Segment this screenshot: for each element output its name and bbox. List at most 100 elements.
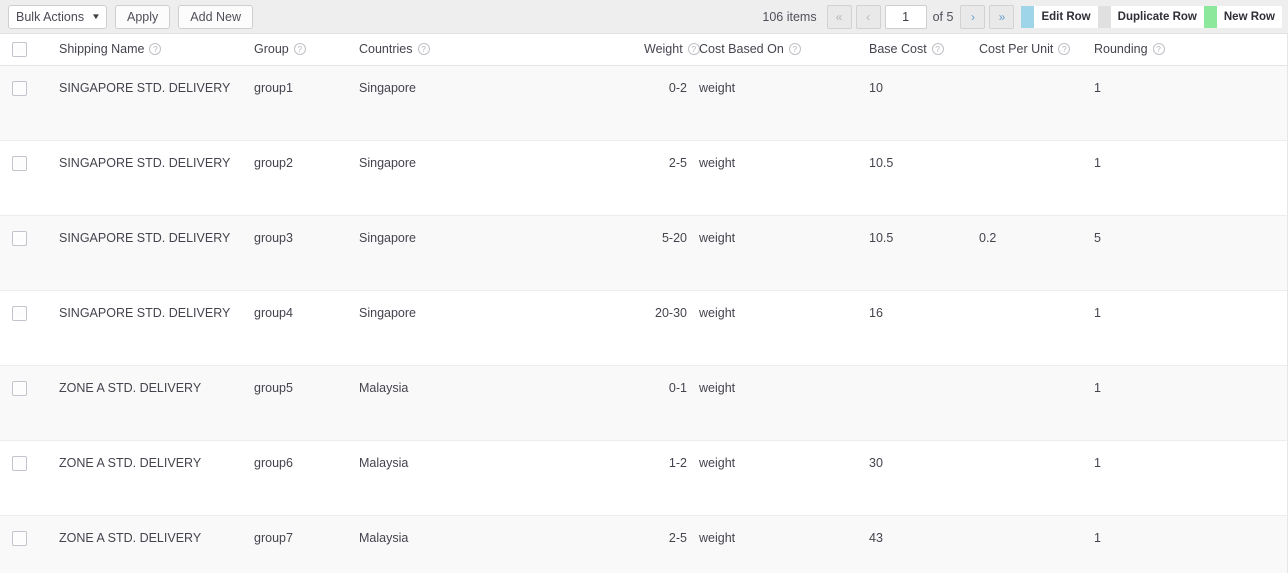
table-row[interactable]: SINGAPORE STD. DELIVERY group1 Singapore 0-… [0,65,1287,141]
apply-button[interactable]: Apply [115,4,171,29]
header-countries-label: Countries [359,42,413,57]
cell-countries-text: Malaysia [359,380,409,395]
row-select-checkbox[interactable] [12,155,27,171]
table-header-row: Shipping Name ? Group ? Countries ? Weig… [0,34,1287,66]
page-number-input[interactable] [884,4,927,29]
table-row[interactable]: ZONE A STD. DELIVERY group7 Malaysia 2-5 wei… [0,515,1287,573]
bulk-actions-label: Bulk Actions [16,9,85,24]
select-all-checkbox[interactable] [12,41,27,57]
cell-cost-based-on: weight [687,140,857,216]
add-new-button[interactable]: Add New [178,4,254,29]
cell-cost-per-unit-text [979,66,1082,81]
header-cost-per-unit-label: Cost Per Unit [979,42,1054,57]
new-row-label: New Row [1216,5,1282,28]
cell-shipping-name: SINGAPORE STD. DELIVERY [47,290,242,366]
cell-group: group6 [242,440,347,516]
cell-group: group2 [242,140,347,216]
row-select-checkbox[interactable] [12,455,27,471]
cell-cost-based-on-text: weight [699,305,736,320]
cell-group: group4 [242,290,347,366]
cell-rounding: 1 [1082,440,1287,516]
edit-row-color-swatch [1021,5,1035,28]
row-select-checkbox[interactable] [12,530,27,546]
cell-group-text: group2 [254,155,293,170]
cell-rounding-text: 1 [1094,380,1101,395]
help-icon[interactable]: ? [149,43,162,56]
header-countries[interactable]: Countries ? [347,34,632,66]
toolbar-left-group: Bulk Actions ▼ Apply Add New [8,4,254,29]
cell-group-text: group5 [254,380,293,395]
table-row[interactable]: ZONE A STD. DELIVERY group5 Malaysia 0-1 wei… [0,365,1287,441]
table-row[interactable]: SINGAPORE STD. DELIVERY group3 Singapore 5-… [0,215,1287,291]
cell-base-cost: 43 [857,515,967,573]
cell-weight: 2-5 [632,515,687,573]
legend-item-edit-row[interactable]: Edit Row [1021,5,1098,28]
cell-weight: 5-20 [632,215,687,291]
help-icon[interactable]: ? [293,43,306,56]
cell-weight: 1-2 [632,440,687,516]
cell-group-text: group1 [254,80,293,95]
legend-item-new-row[interactable]: New Row [1203,5,1282,28]
header-weight[interactable]: Weight ? [632,34,700,66]
help-icon[interactable]: ? [687,43,700,56]
cell-cost-based-on-text: weight [699,155,736,170]
help-icon[interactable]: ? [1058,43,1071,56]
header-base-cost[interactable]: Base Cost ? [857,34,967,66]
header-shipping-name[interactable]: Shipping Name ? [47,34,242,66]
help-icon[interactable]: ? [788,43,801,56]
cell-cost-per-unit-text [979,441,1082,456]
cell-shipping-name: SINGAPORE STD. DELIVERY [47,215,242,291]
shipping-rates-table-page: Bulk Actions ▼ Apply Add New 106 items «… [0,0,1288,573]
cell-weight: 20-30 [632,290,687,366]
cell-cost-based-on-text: weight [699,80,736,95]
help-icon[interactable]: ? [1152,43,1165,56]
header-cost-based-on[interactable]: Cost Based On ? [687,34,857,66]
cell-base-cost: 10 [857,65,967,141]
header-shipping-name-label: Shipping Name [59,42,145,57]
cell-weight-text: 20-30 [655,305,687,320]
header-cost-per-unit[interactable]: Cost Per Unit ? [967,34,1082,66]
table-row[interactable]: SINGAPORE STD. DELIVERY group2 Singapore 2-… [0,140,1287,216]
header-base-cost-label: Base Cost [869,42,927,57]
cell-rounding: 1 [1082,140,1287,216]
cell-weight-text: 0-2 [668,80,687,95]
cell-weight: 0-2 [632,65,687,141]
cell-countries-text: Malaysia [359,530,409,545]
cell-shipping-name: SINGAPORE STD. DELIVERY [47,65,242,141]
cell-rounding-text: 5 [1094,230,1101,245]
help-icon[interactable]: ? [417,43,430,56]
table-row[interactable]: SINGAPORE STD. DELIVERY group4 Singapore 20… [0,290,1287,366]
row-select-checkbox[interactable] [12,230,27,246]
cell-rounding-text: 1 [1094,80,1101,95]
cell-cost-per-unit [967,290,1082,366]
header-group-label: Group [254,42,289,57]
cell-rounding-text: 1 [1094,155,1101,170]
cell-weight-text: 0-1 [668,380,687,395]
row-select-checkbox[interactable] [12,380,27,396]
cell-countries-text: Singapore [359,230,416,245]
row-select-checkbox[interactable] [12,305,27,321]
cell-cost-per-unit-text [979,291,1082,306]
duplicate-row-label: Duplicate Row [1110,5,1204,28]
cell-group: group3 [242,215,347,291]
help-icon[interactable]: ? [931,43,944,56]
header-rounding[interactable]: Rounding ? [1082,34,1287,66]
cell-cost-based-on-text: weight [699,380,736,395]
last-page-button[interactable]: » [989,4,1015,29]
cell-base-cost-text: 10.5 [869,155,894,170]
header-group[interactable]: Group ? [242,34,347,66]
cell-cost-based-on: weight [687,365,857,441]
table-row[interactable]: ZONE A STD. DELIVERY group6 Malaysia 1-2 wei… [0,440,1287,516]
cell-base-cost-text: 43 [869,530,883,545]
toolbar-right-group: 106 items « ‹ of 5 › » Edit Row Duplicat… [762,4,1282,29]
bulk-actions-select[interactable]: Bulk Actions ▼ [8,4,108,29]
next-page-button[interactable]: › [960,4,986,29]
row-select-checkbox[interactable] [12,80,27,96]
cell-countries: Singapore [347,140,632,216]
row-select-cell [0,365,47,441]
first-page-button[interactable]: « [826,4,852,29]
row-actions-legend: Edit Row Duplicate Row New Row [1021,5,1282,28]
cell-cost-per-unit-text [979,366,1082,381]
prev-page-button[interactable]: ‹ [855,4,881,29]
legend-item-duplicate-row[interactable]: Duplicate Row [1097,5,1204,28]
